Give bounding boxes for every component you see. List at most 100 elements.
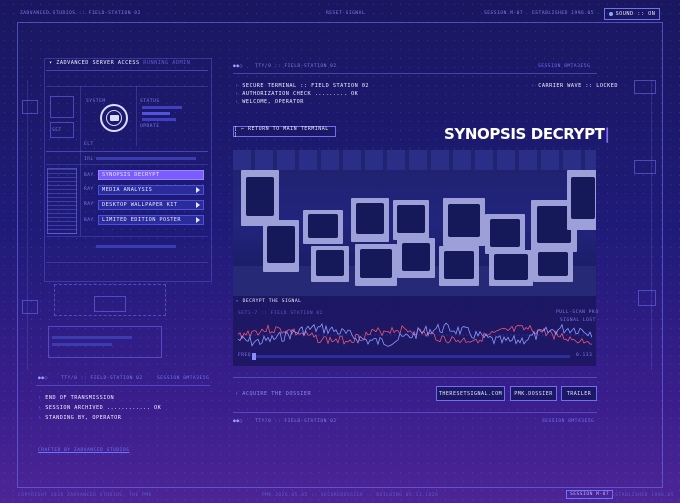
trailer-button[interactable]: TRAILER [561,386,597,401]
terminal-arrow-icon: › [235,91,239,97]
deco-square [50,96,74,118]
side-box-right [638,290,656,306]
sound-toggle[interactable]: SOUND :: ON [604,8,660,20]
menu-item-desktop-wallpaper-kit[interactable]: DESKTOP WALLPAPER KIT [98,200,204,210]
acquire-arrow-icon: › [235,391,239,397]
play-icon [196,187,200,193]
stats-bar [52,343,112,346]
divider [80,86,81,236]
menu-item-limited-edition-poster[interactable]: LIMITED EDITION POSTER [98,215,204,225]
signal-header: ▸ DECRYPT THE SIGNAL [236,299,301,304]
terminal-line-3: › WELCOME, OPERATOR [235,99,304,105]
main-header-right: SESSION 8MTA3E5G [538,64,591,69]
signal-header-text: DECRYPT THE SIGNAL [242,299,302,304]
meter-bar [96,157,196,160]
sound-dot-icon [608,12,613,16]
terminal-line-1: › SECURE TERMINAL :: FIELD STATION 02 [235,83,369,89]
meter-bar [142,112,170,115]
crafted-by-link[interactable]: CRAFTED BY ZADVANCED STUDIOS [38,448,129,453]
terminal-line-2: › AUTHORIZATION CHECK ......... OK [235,91,358,97]
divider [46,164,208,165]
freq-slider[interactable] [252,353,570,360]
stats-panel [48,326,162,358]
meter-bar [142,106,182,109]
bottom-left-session: SESSION 8MTA3E5G [157,376,210,381]
page-title: SYNOPSIS DECRYPT| [444,125,610,143]
side-rail-left [27,80,28,370]
left-header-arrow-icon: ▾ [49,60,53,66]
label-status: STATUS [140,99,160,104]
divider [46,86,208,87]
play-icon [196,217,200,223]
page-title-text: SYNOPSIS DECRYPT [444,125,605,143]
divider [46,70,208,71]
side-box-left [22,300,38,314]
signal-right-1: PULL-SCAN PK4 [556,310,599,315]
label-ray-2: RAY [84,187,94,192]
label-ray-1: RAY [84,173,94,178]
freq-slider-handle[interactable] [252,353,256,360]
return-to-main-terminal-button[interactable]: [ ← RETURN TO MAIN TERMINAL ] [233,126,336,138]
topbar-center: RESET-SIGNAL [326,11,366,16]
menu-item-label: MEDIA ANALYSIS [102,187,153,193]
end-text: SESSION ARCHIVED ............ OK [45,405,162,411]
side-rail-right [651,80,652,370]
divider [46,236,208,237]
theresetsignal-button[interactable]: THERESETSIGNAL.COM [436,386,505,401]
side-box-right [634,80,656,94]
end-text: STANDING BY, OPERATOR [45,415,122,421]
menu-item-synopsis-decrypt[interactable]: SYNOPSIS DECRYPT [98,170,204,180]
signal-sub: SET1-7 :: FIELD STATION 02 [238,311,323,316]
main-divider [233,412,597,413]
meter-bar [142,118,176,121]
deco-list [47,168,77,234]
label-update: UPDATE [140,124,160,129]
topbar-session: SESSION M-07 [484,11,524,16]
divider [46,151,208,152]
stats-bar [52,336,132,339]
left-header-title: ZADVANCED SERVER ACCESS [56,60,140,66]
terminal-text: AUTHORIZATION CHECK ......... OK [242,91,359,97]
main-footer-right: SESSION 8MTA3E5G [542,419,595,424]
sound-label: SOUND :: ON [615,11,656,17]
topbar-established: ESTABLISHED 1996.05 [532,11,595,16]
signal-waveform [238,322,592,347]
menu-item-media-analysis[interactable]: MEDIA ANALYSIS [98,185,204,195]
acquire-text: ACQUIRE THE DOSSIER [242,391,312,397]
footer-session: SESSION M-07 [566,490,614,499]
terminal-arrow-icon: › [235,83,239,89]
signal-arrow-icon: ▸ [236,299,240,304]
main-footer-left: TTY/0 :: FIELD-STATION 02 [255,419,337,424]
left-panel-header: ▾ ZADVANCED SERVER ACCESS RUNNING ADMIN [49,60,190,66]
end-arrow-icon: › [38,405,42,411]
divider [46,262,208,263]
label-ray-4: RAY [84,218,94,223]
end-text: END OF TRANSMISSION [45,395,115,401]
carrier-arrow-icon: › [531,83,535,89]
bottom-left-header: TTY/0 :: FIELD-STATION 02 [61,376,143,381]
terminal-text: WELCOME, OPERATOR [242,99,304,105]
play-icon [196,202,200,208]
hero-image [233,150,596,296]
menu-item-label: SYNOPSIS DECRYPT [102,172,160,178]
menu-item-label: DESKTOP WALLPAPER KIT [102,202,178,208]
footer-established: ESTABLISHED 1996.05 [612,493,675,498]
left-header-sub: RUNNING ADMIN [143,60,191,66]
divider [136,86,137,146]
bottom-left-rule [36,385,210,386]
bottom-left-dots-icon: ●●○ [38,376,48,381]
footer-center: PMK.2026.05.05 :: SECUREDOSSIER :: BUILD… [262,493,439,498]
emblem-icon [100,104,128,132]
terminal-arrow-icon: › [235,99,239,105]
main-top-rule [233,73,597,74]
title-cursor-icon: | [604,125,611,143]
pmk-dossier-button[interactable]: PMK.DOSSIER [510,386,557,401]
terminal-text: SECURE TERMINAL :: FIELD STATION 02 [242,83,370,89]
end-arrow-icon: › [38,415,42,421]
main-divider [233,377,597,378]
freq-label: FREQ [238,353,252,358]
deco-square [50,122,74,138]
label-elt: ELT [84,142,94,147]
topbar-left: ZADVANCED.STUDIOS :: FIELD-STATION 02 [20,11,141,16]
carrier-text: CARRIER WAVE :: LOCKED [538,83,618,89]
